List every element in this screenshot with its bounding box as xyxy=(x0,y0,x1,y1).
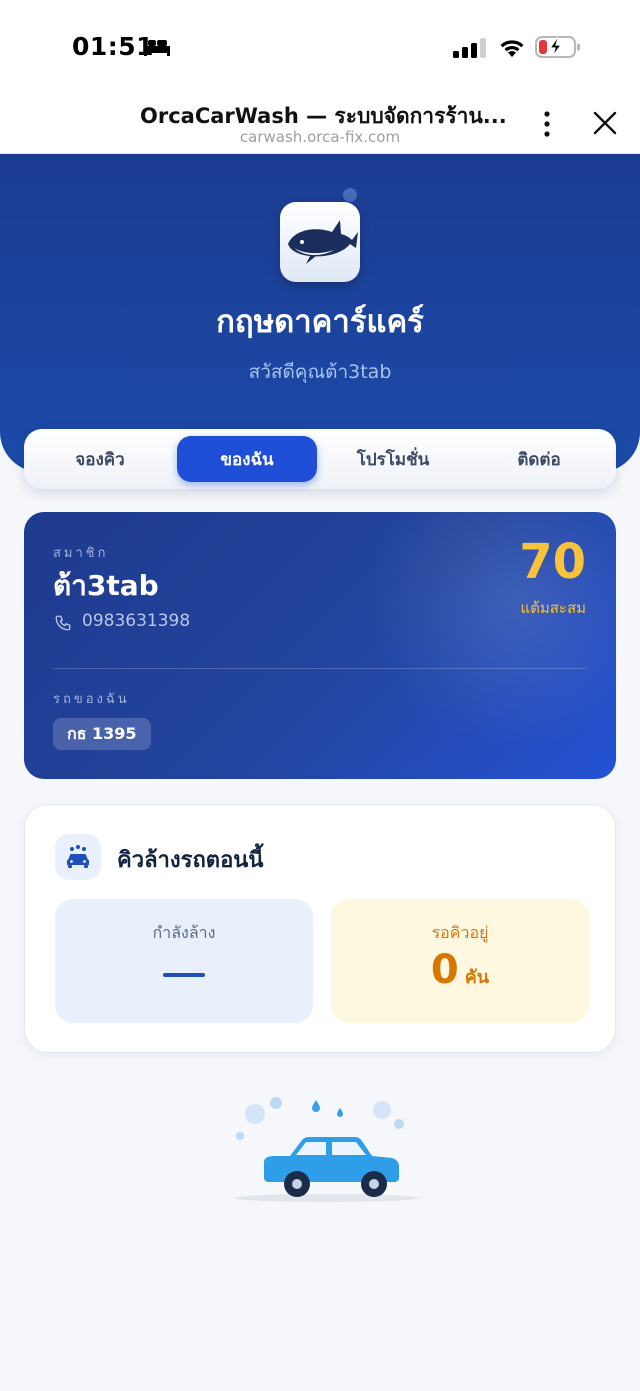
greeting-text: สวัสดีคุณต้า3tab xyxy=(248,361,392,383)
status-time: 01:51 xyxy=(72,32,155,61)
member-card: สมาชิก ต้า3tab 0983631398 70 แต้มสะสม รถ… xyxy=(24,512,616,779)
decorative-bubble xyxy=(343,188,357,202)
more-options-icon[interactable] xyxy=(534,108,560,140)
orca-logo-icon xyxy=(288,220,358,264)
car-wash-illustration xyxy=(234,1097,418,1202)
tab-bar: จองคิว ของฉัน โปรโมชั่น ติดต่อ xyxy=(24,429,616,489)
washing-empty-indicator xyxy=(163,973,205,977)
queue-icon-container xyxy=(55,834,101,880)
shop-name: กฤษดาคาร์แคร์ xyxy=(216,304,424,340)
waiting-stat: รอคิวอยู่ 0 คัน xyxy=(331,899,589,1023)
waiting-count: 0 xyxy=(430,947,459,993)
queue-status-card: คิวล้างรถตอนนี้ กำลังล้าง รอคิวอยู่ 0 คัน xyxy=(24,804,616,1053)
washing-label: กำลังล้าง xyxy=(152,923,216,942)
tab-promotions[interactable]: โปรโมชั่น xyxy=(325,436,461,482)
browser-toolbar: OrcaCarWash — ระบบจัดการร้าน... carwash.… xyxy=(0,90,640,154)
car-wash-icon xyxy=(67,845,89,868)
tab-booking[interactable]: จองคิว xyxy=(32,436,168,482)
points-label: แต้มสะสม xyxy=(520,599,586,617)
waiting-unit: คัน xyxy=(464,967,490,988)
tab-contact[interactable]: ติดต่อ xyxy=(470,436,608,482)
license-plate-chip[interactable]: กธ 1395 xyxy=(53,718,151,750)
shop-logo xyxy=(280,202,360,282)
tab-mine[interactable]: ของฉัน xyxy=(177,436,317,482)
waiting-label: รอคิวอยู่ xyxy=(431,923,489,942)
waiting-count-row: 0 คัน xyxy=(331,947,589,993)
hero-header: กฤษดาคาร์แคร์ สวัสดีคุณต้า3tab xyxy=(0,154,640,472)
my-cars-label: รถของฉัน xyxy=(53,692,130,707)
sleep-mode-icon xyxy=(144,40,170,56)
member-section-label: สมาชิก xyxy=(53,546,109,561)
phone-icon xyxy=(55,615,71,631)
status-bar: 01:51 xyxy=(0,0,640,90)
wifi-icon xyxy=(500,40,524,57)
close-icon[interactable] xyxy=(590,108,620,138)
member-phone: 0983631398 xyxy=(82,611,191,631)
washing-stat: กำลังล้าง xyxy=(55,899,313,1023)
cellular-signal-icon xyxy=(453,38,486,58)
battery-charging-icon xyxy=(535,36,580,58)
member-name: ต้า3tab xyxy=(53,569,159,602)
divider xyxy=(53,668,587,669)
points-value: 70 xyxy=(519,534,586,590)
queue-title: คิวล้างรถตอนนี้ xyxy=(117,848,264,873)
